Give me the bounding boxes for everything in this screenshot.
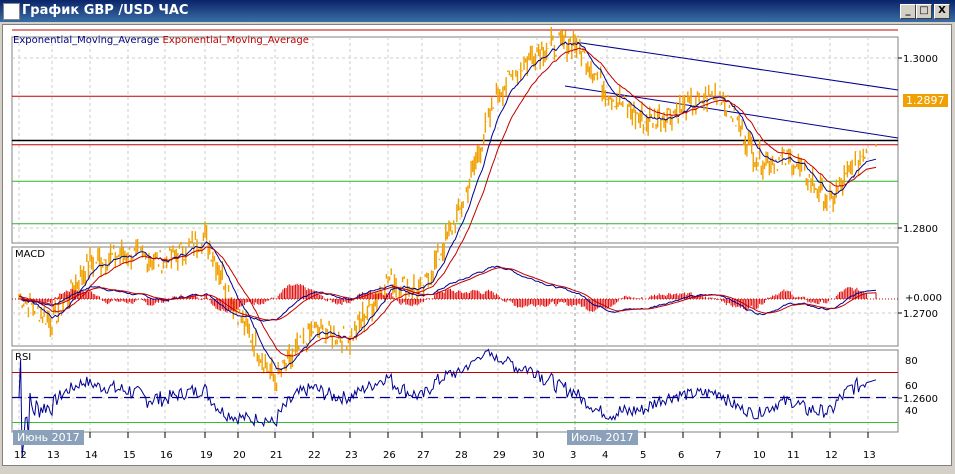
macd-zero-label: +0.000 [905,293,943,304]
date-label: 6 [678,450,684,461]
rsi-tick-label: 40 [905,406,918,417]
date-label: 12 [825,450,838,461]
date-label: 20 [233,450,246,461]
date-label: 5 [640,450,646,461]
panel-frame [11,349,899,433]
month-label-june: Июнь 2017 [13,430,84,445]
date-label: 11 [787,450,800,461]
price-tick-label: 1.3000 [903,54,938,65]
month-label-july: Июль 2017 [567,430,638,445]
macd-label: MACD [15,249,45,260]
price-tick-label: 1.2800 [903,224,938,235]
date-label: 12 [14,450,27,461]
rsi-label: RSI [15,352,32,363]
channel-upper-line [574,41,899,91]
date-label: 22 [308,450,321,461]
chart-canvas[interactable]: 1.3000 1.2800 1.2700 1.2600 80 60 40 12 13 14 15 16… [0,0,955,474]
date-label: 23 [345,450,358,461]
date-label: 4 [602,450,608,461]
current-price-badge: 1.2897 [903,94,948,107]
rsi-tick-label: 60 [905,381,918,392]
date-label: 19 [200,450,213,461]
date-label: 30 [532,450,545,461]
date-label: 3 [570,450,576,461]
date-label: 13 [863,450,876,461]
date-label: 7 [715,450,721,461]
rsi-line [18,348,877,458]
ema-legend-blue: Exponential_Moving_Average [13,35,160,46]
ema-fast-line [19,41,877,371]
date-label: 29 [493,450,506,461]
date-label: 15 [123,450,136,461]
date-label: 21 [270,450,283,461]
price-tick-label: 1.2700 [903,309,938,320]
date-label: 13 [47,450,60,461]
date-label: 14 [85,450,98,461]
ema-legend-red: Exponential_Moving_Average [162,35,309,46]
date-label: 28 [455,450,468,461]
date-label: 16 [160,450,173,461]
indicator-legend: Exponential_Moving_Average Exponential_M… [13,35,309,46]
rsi-tick-label: 80 [905,356,918,367]
date-label: 26 [383,450,396,461]
date-label: 27 [417,450,430,461]
date-label: 10 [753,450,766,461]
price-tick-label: 1.2600 [903,394,938,405]
